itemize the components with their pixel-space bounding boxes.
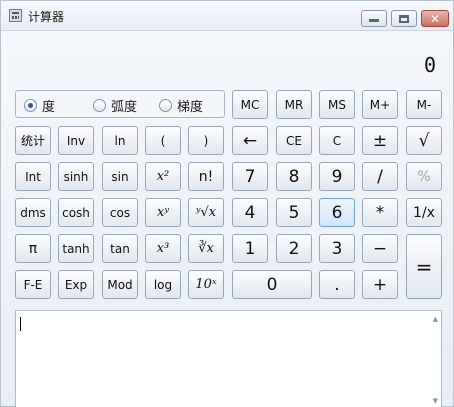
minimize-button[interactable] xyxy=(361,10,387,27)
int-button[interactable]: Int xyxy=(15,162,51,191)
reciprocal-button[interactable]: 1/x xyxy=(406,198,442,227)
inv-button[interactable]: Inv xyxy=(58,126,94,155)
m-plus-button[interactable]: M+ xyxy=(362,90,398,119)
m-minus-button[interactable]: M- xyxy=(406,90,442,119)
radio-degrees-dot[interactable] xyxy=(24,98,37,112)
dms-button[interactable]: dms xyxy=(15,198,51,227)
ln-button[interactable]: ln xyxy=(102,126,138,155)
tanh-button[interactable]: tanh xyxy=(58,234,94,263)
radio-radians[interactable]: 弧度 xyxy=(93,97,138,115)
sqrt-button[interactable]: √ xyxy=(406,126,442,155)
divide-button[interactable]: / xyxy=(362,162,398,191)
mod-button[interactable]: Mod xyxy=(102,270,138,299)
sin-button[interactable]: sin xyxy=(102,162,138,191)
ms-button[interactable]: MS xyxy=(319,90,355,119)
radio-gradians-label: 梯度 xyxy=(177,99,204,115)
close-icon: ✕ xyxy=(429,11,441,26)
x-cubed-button[interactable]: x³ xyxy=(145,234,181,263)
decimal-button[interactable]: . xyxy=(319,270,355,299)
equals-button[interactable]: = xyxy=(406,234,442,299)
digit-3-button[interactable]: 3 xyxy=(319,234,355,263)
calculator-window: 计算器 ✕ 0 度 弧度 梯度 MC MR MS M+ M- 统计 Inv ln… xyxy=(0,0,454,407)
digit-2-button[interactable]: 2 xyxy=(276,234,312,263)
close-button[interactable]: ✕ xyxy=(421,10,449,27)
digit-1-button[interactable]: 1 xyxy=(232,234,268,263)
ten-power-x-button[interactable]: 10ˣ xyxy=(188,270,224,299)
right-paren-button[interactable]: ) xyxy=(188,126,224,155)
left-paren-button[interactable]: ( xyxy=(145,126,181,155)
subtract-button[interactable]: − xyxy=(362,234,398,263)
factorial-button[interactable]: n! xyxy=(188,162,224,191)
tan-button[interactable]: tan xyxy=(102,234,138,263)
cube-root-button[interactable]: ∛x xyxy=(188,234,224,263)
radio-gradians-dot[interactable] xyxy=(159,98,172,112)
result-display: 0 xyxy=(16,53,436,83)
statistics-button[interactable]: 统计 xyxy=(15,126,51,155)
maximize-button[interactable] xyxy=(391,10,417,27)
plus-minus-button[interactable]: ± xyxy=(362,126,398,155)
radio-gradians[interactable]: 梯度 xyxy=(159,97,204,115)
radio-degrees[interactable]: 度 xyxy=(24,97,56,115)
log-button[interactable]: log xyxy=(145,270,181,299)
percent-button[interactable]: % xyxy=(406,162,442,191)
y-root-x-button[interactable]: ʸ√x xyxy=(188,198,224,227)
text-caret xyxy=(20,317,21,331)
cosh-button[interactable]: cosh xyxy=(58,198,94,227)
digit-6-button[interactable]: 6 xyxy=(319,198,355,227)
digit-0-button[interactable]: 0 xyxy=(232,270,312,299)
sinh-button[interactable]: sinh xyxy=(58,162,94,191)
calculator-icon xyxy=(9,9,22,22)
title-bar: 计算器 ✕ xyxy=(1,1,453,31)
digit-4-button[interactable]: 4 xyxy=(232,198,268,227)
scroll-down-icon[interactable]: ▼ xyxy=(433,397,438,405)
digit-9-button[interactable]: 9 xyxy=(319,162,355,191)
mr-button[interactable]: MR xyxy=(276,90,312,119)
digit-7-button[interactable]: 7 xyxy=(232,162,268,191)
exp-button[interactable]: Exp xyxy=(58,270,94,299)
minimize-icon xyxy=(369,19,379,22)
add-button[interactable]: + xyxy=(362,270,398,299)
angle-mode-group: 度 弧度 梯度 xyxy=(15,90,225,118)
pi-button[interactable]: π xyxy=(15,234,51,263)
clear-button[interactable]: C xyxy=(319,126,355,155)
radio-degrees-label: 度 xyxy=(42,99,56,115)
x-squared-button[interactable]: x² xyxy=(145,162,181,191)
scroll-up-icon[interactable]: ▲ xyxy=(433,315,438,323)
history-panel[interactable]: ▲ ▼ xyxy=(15,310,442,407)
cos-button[interactable]: cos xyxy=(102,198,138,227)
radio-radians-dot[interactable] xyxy=(93,98,106,112)
multiply-button[interactable]: * xyxy=(362,198,398,227)
clear-entry-button[interactable]: CE xyxy=(276,126,312,155)
display-value: 0 xyxy=(423,53,436,77)
digit-5-button[interactable]: 5 xyxy=(276,198,312,227)
maximize-icon xyxy=(399,14,409,23)
radio-radians-label: 弧度 xyxy=(111,99,138,115)
x-power-y-button[interactable]: xʸ xyxy=(145,198,181,227)
backspace-button[interactable]: ← xyxy=(232,126,268,155)
fixed-exponent-button[interactable]: F-E xyxy=(15,270,51,299)
mc-button[interactable]: MC xyxy=(232,90,268,119)
digit-8-button[interactable]: 8 xyxy=(276,162,312,191)
window-title: 计算器 xyxy=(28,10,65,24)
